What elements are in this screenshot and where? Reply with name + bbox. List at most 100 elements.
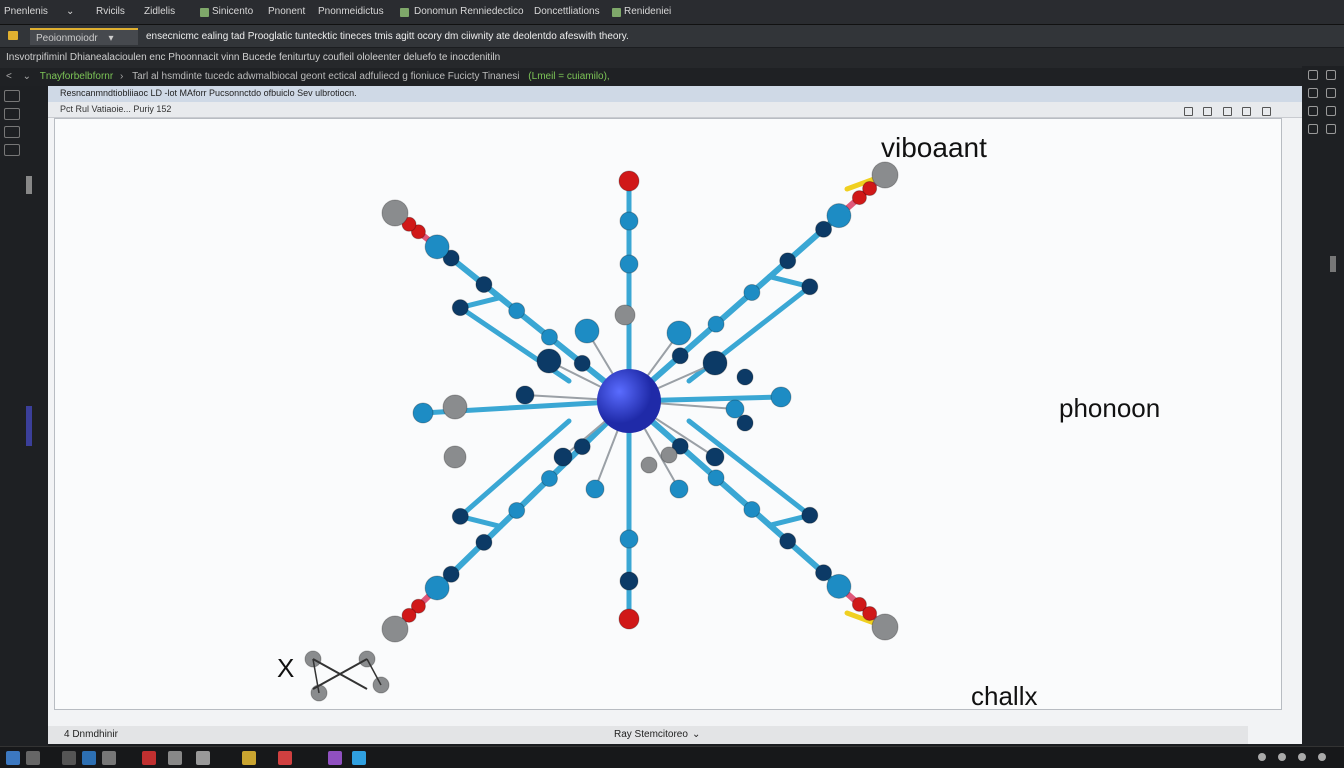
tray-icon[interactable]: [1298, 753, 1306, 761]
atom: [618, 608, 640, 630]
atom: [707, 469, 725, 487]
bond: [457, 418, 572, 519]
atom: [585, 479, 605, 499]
menu-green-icon: [612, 8, 621, 17]
app-icon[interactable]: [102, 751, 116, 765]
atom: [801, 506, 819, 524]
atom: [743, 284, 761, 302]
atom: [770, 386, 792, 408]
atom: [801, 278, 819, 296]
tool-button-icon[interactable]: [4, 90, 20, 102]
atom: [574, 318, 600, 344]
panel-button-icon[interactable]: [1326, 106, 1336, 116]
tab-close-icon[interactable]: ▾: [109, 33, 114, 44]
atom: [826, 573, 852, 599]
atom: [475, 533, 493, 551]
atom: [515, 385, 535, 405]
label-bottom-left: X: [277, 653, 294, 683]
app-icon[interactable]: [278, 751, 292, 765]
tab-active[interactable]: Peoionmoiodr ▾: [30, 28, 138, 45]
app-icon[interactable]: [352, 751, 366, 765]
app-icon[interactable]: [242, 751, 256, 765]
atom: [618, 170, 640, 192]
scroll-handle[interactable]: [1330, 256, 1336, 272]
menu-item-structure[interactable]: Sinicento: [212, 6, 253, 17]
label-bottom-right: challx: [971, 681, 1037, 711]
scroll-handle[interactable]: [26, 176, 32, 194]
tool-button-icon[interactable]: [4, 108, 20, 120]
expand-icon[interactable]: [1261, 107, 1271, 116]
atom: [826, 203, 852, 229]
atom: [573, 354, 591, 372]
back-arrow-icon[interactable]: <: [6, 71, 12, 82]
app-icon[interactable]: [82, 751, 96, 765]
tray-icon[interactable]: [1318, 753, 1326, 761]
atom: [381, 199, 409, 227]
menu-item-calculations[interactable]: Doncettliations: [534, 6, 600, 17]
tray-icon[interactable]: [1278, 753, 1286, 761]
start-icon[interactable]: [6, 751, 20, 765]
atom: [508, 302, 526, 320]
navigation-subbar: < ⌄ Tnayforbelbfornr › Tarl al hsmdinte …: [0, 68, 1344, 86]
document-title: Resncanmndtiobliiaoc LD -lot MAforr Pucs…: [48, 86, 1302, 102]
atom: [669, 479, 689, 499]
atom: [862, 181, 878, 197]
atom: [443, 445, 467, 469]
tab-label: Peoionmoiodr: [36, 33, 98, 44]
atom: [736, 368, 754, 386]
subbar-tag: (Lmeil = cuiamilo),: [528, 71, 610, 82]
menu-item-phonon[interactable]: Pnonent: [268, 6, 305, 17]
document-status-bar: 4 Dnmdhinir Ray Stemcitoreo ⌄: [48, 726, 1248, 744]
menu-item-predict[interactable]: Pnonmeidictus: [318, 6, 384, 17]
label-middle-right: phonoon: [1059, 393, 1160, 423]
app-icon[interactable]: [26, 751, 40, 765]
panel-button-icon[interactable]: [1308, 88, 1318, 98]
atom: [619, 211, 639, 231]
app-icon[interactable]: [196, 751, 210, 765]
save-icon[interactable]: [1222, 107, 1232, 116]
tool-button-icon[interactable]: [4, 126, 20, 138]
status-dropdown-icon[interactable]: ⌄: [692, 729, 700, 740]
settings-icon[interactable]: [1242, 107, 1252, 116]
status-center: Ray Stemcitoreo: [614, 729, 688, 740]
atom: [779, 532, 797, 550]
menu-item-edit[interactable]: Rvicils: [96, 6, 125, 17]
label-top-right: viboaant: [881, 132, 987, 163]
atom: [508, 501, 526, 519]
scroll-handle[interactable]: [26, 406, 32, 446]
app-icon[interactable]: [142, 751, 156, 765]
app-icon[interactable]: [62, 751, 76, 765]
atom: [424, 234, 450, 260]
document-window: Resncanmndtiobliiaoc LD -lot MAforr Pucs…: [48, 86, 1302, 744]
status-left: 4 Dnmdhinir: [64, 729, 118, 740]
app-icon[interactable]: [168, 751, 182, 765]
left-tool-strip: [0, 86, 48, 746]
panel-button-icon[interactable]: [1326, 124, 1336, 134]
atom: [743, 500, 761, 518]
app-icon[interactable]: [328, 751, 342, 765]
atom: [536, 348, 562, 374]
menu-item-reports[interactable]: Renideniei: [624, 6, 671, 17]
panel-button-icon[interactable]: [1326, 70, 1336, 80]
copy-icon[interactable]: [1203, 107, 1213, 116]
zoom-icon[interactable]: [1184, 107, 1193, 116]
menu-item-file[interactable]: Pnenlenis: [4, 6, 48, 17]
panel-button-icon[interactable]: [1308, 124, 1318, 134]
atom: [862, 605, 878, 621]
menu-dropdown-icon[interactable]: ⌄: [66, 6, 74, 17]
panel-button-icon[interactable]: [1308, 106, 1318, 116]
atom: [619, 571, 639, 591]
subbar-link[interactable]: Tnayforbelbfornr: [40, 71, 113, 82]
menu-item-view[interactable]: Zidlelis: [144, 6, 175, 17]
separator-arrow-icon: ›: [119, 71, 124, 82]
panel-button-icon[interactable]: [1326, 88, 1336, 98]
molecule-canvas[interactable]: viboaant phonoon challx X: [54, 118, 1282, 711]
atom: [725, 399, 745, 419]
dropdown-icon[interactable]: ⌄: [23, 71, 31, 82]
document-toolbar: [1184, 103, 1284, 117]
menu-item-render[interactable]: Donomun Renniedectico: [414, 6, 524, 17]
tray-icon[interactable]: [1258, 753, 1266, 761]
panel-button-icon[interactable]: [1308, 70, 1318, 80]
atom: [412, 402, 434, 424]
tool-button-icon[interactable]: [4, 144, 20, 156]
